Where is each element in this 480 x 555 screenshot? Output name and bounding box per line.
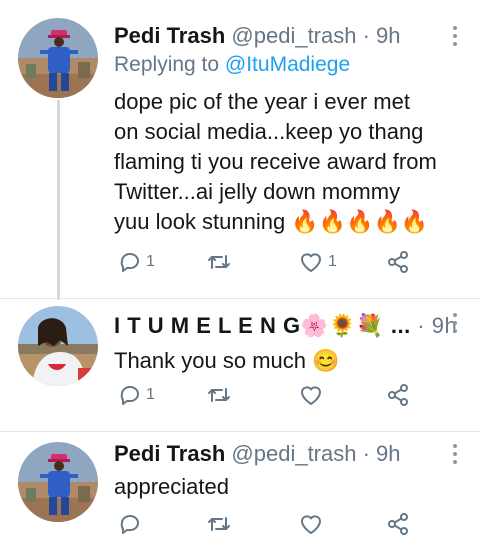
heart-icon [301,253,321,272]
tweet-text: appreciated [114,474,229,499]
display-name[interactable]: Pedi Trash [114,441,225,466]
share-button[interactable] [386,381,410,409]
reply-button[interactable]: 1 [118,248,155,276]
action-bar: 1 [114,381,434,409]
retweet-icon [208,517,230,531]
reply-icon [120,515,139,534]
tweet-text: Thank you so much 😊 [114,348,340,373]
separator: · [356,23,377,48]
reply-icon [120,386,139,405]
reply-count: 1 [146,386,155,403]
action-bar: 1 1 [114,248,434,276]
tweet-header: Pedi Trash @pedi_trash · 9h [114,440,440,468]
thread-line [57,100,60,300]
retweet-button[interactable] [206,248,236,276]
replying-to-label: Replying to [114,53,225,76]
avatar[interactable] [18,306,98,386]
share-icon [388,384,408,406]
reply-count: 1 [146,253,155,270]
user-handle[interactable]: @pedi_trash [231,441,356,466]
like-count: 1 [328,253,337,270]
retweet-icon [208,255,230,269]
heart-icon [301,515,321,534]
action-bar [114,510,434,538]
more-vertical-icon[interactable] [452,26,458,50]
share-button[interactable] [386,248,410,276]
tweet-header: Pedi Trash @pedi_trash · 9h [114,22,440,50]
separator: · [410,313,432,338]
tweet-3[interactable]: Pedi Trash @pedi_trash · 9h appreciated [0,432,480,555]
like-button[interactable]: 1 [298,248,337,276]
reply-button[interactable]: 1 [118,381,155,409]
timestamp[interactable]: 9h [376,441,400,466]
more-vertical-icon[interactable] [452,313,458,337]
heart-icon [301,386,321,405]
reply-button[interactable] [118,510,146,538]
user-handle[interactable]: @pedi_trash [231,23,356,48]
share-icon [388,513,408,535]
replying-to: Replying to @ItuMadiege [114,51,440,79]
tweet-2[interactable]: I T U M E L E N G🌸🌻💐 ... · 9h Thank you … [0,299,480,431]
share-button[interactable] [386,510,410,538]
display-name[interactable]: Pedi Trash [114,23,225,48]
share-icon [388,251,408,273]
like-button[interactable] [298,381,328,409]
more-vertical-icon[interactable] [452,444,458,468]
retweet-button[interactable] [206,510,236,538]
retweet-icon [208,388,230,402]
tweet-text: dope pic of the year i ever met on socia… [114,89,437,234]
avatar[interactable] [18,442,98,522]
tweet-1[interactable]: Pedi Trash @pedi_trash · 9h Replying to … [0,0,480,300]
avatar[interactable] [18,18,98,98]
separator: · [356,441,377,466]
like-button[interactable] [298,510,328,538]
mention-link[interactable]: @ItuMadiege [225,53,350,76]
tweet-header: I T U M E L E N G🌸🌻💐 ... · 9h [114,312,457,340]
display-name[interactable]: I T U M E L E N G🌸🌻💐 ... [114,313,411,338]
retweet-button[interactable] [206,381,236,409]
reply-icon [120,253,139,272]
timestamp[interactable]: 9h [376,23,400,48]
